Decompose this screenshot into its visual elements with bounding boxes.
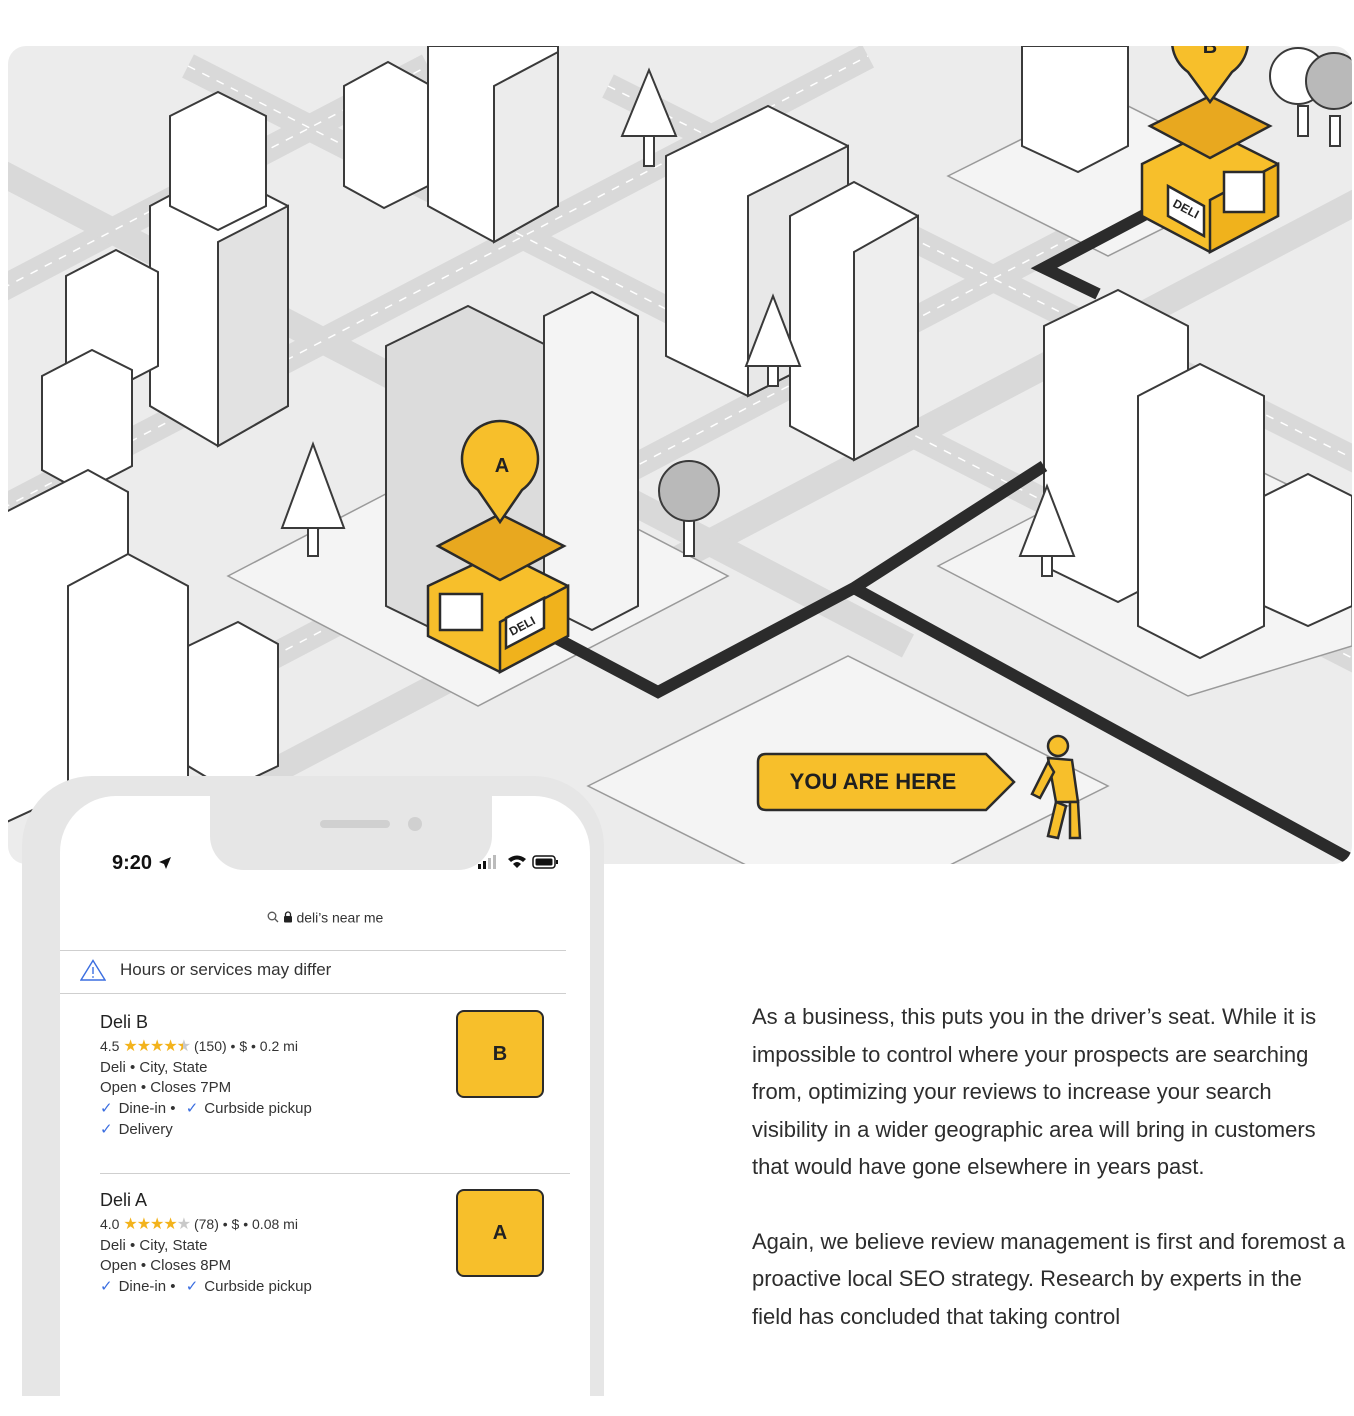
half-star-icon: ★★ <box>176 1038 191 1055</box>
you-are-here-label: YOU ARE HERE <box>789 769 957 794</box>
signal-wifi-battery-icon <box>478 855 558 869</box>
option-curbside: Curbside pickup <box>204 1278 312 1295</box>
notice-text: Hours or services may differ <box>120 960 332 979</box>
lock-icon <box>283 911 292 923</box>
rating-value: 4.0 <box>100 1216 120 1232</box>
check-icon: ✓ <box>185 1100 199 1117</box>
phone-mockup: 9:20 deli’s near me Hours or services ma… <box>22 776 604 1416</box>
pin-b-label: B <box>1203 46 1217 58</box>
listing-options-2: ✓ Delivery <box>100 1120 570 1138</box>
rating-value: 4.5 <box>100 1038 120 1054</box>
review-meta: (78) • $ • 0.08 mi <box>193 1216 298 1232</box>
phone-notch <box>210 796 492 870</box>
divider <box>60 993 566 994</box>
city-map-svg: DELI A DELI B <box>8 46 1352 864</box>
check-icon: ✓ <box>185 1278 199 1295</box>
option-curbside: Curbside pickup <box>204 1100 312 1117</box>
article-paragraph-1: As a business, this puts you in the driv… <box>752 1004 1317 1179</box>
you-are-here-marker: YOU ARE HERE <box>758 755 1014 809</box>
listing-options: ✓ Dine-in • ✓ Curbside pickup <box>100 1099 570 1117</box>
url-bar[interactable]: deli’s near me <box>60 908 590 925</box>
url-text: deli’s near me <box>296 909 384 926</box>
star-rating-icon: ★★★★ <box>123 1038 177 1055</box>
article-body: As a business, this puts you in the driv… <box>752 998 1347 1372</box>
option-dine-in: Dine-in • <box>118 1278 176 1295</box>
phone-screen: 9:20 deli’s near me Hours or services ma… <box>60 796 590 1416</box>
option-delivery: Delivery <box>118 1121 173 1138</box>
listing-a-thumbnail[interactable]: A <box>456 1189 544 1277</box>
pin-a-label: A <box>495 455 509 477</box>
status-bar-time: 9:20 <box>112 852 172 875</box>
notice-banner: Hours or services may differ <box>80 948 331 992</box>
option-dine-in: Dine-in • <box>118 1100 176 1117</box>
star-rating-icon: ★★★★★ <box>123 1216 191 1233</box>
check-icon: ✓ <box>100 1100 113 1117</box>
status-bar-icons <box>478 854 558 875</box>
pin-b: B <box>1171 46 1249 105</box>
listing-b-thumbnail[interactable]: B <box>456 1010 544 1098</box>
isometric-city-map: DELI A DELI B YOU ARE HERE <box>8 46 1352 864</box>
warning-triangle-icon <box>80 959 106 981</box>
check-icon: ✓ <box>100 1278 113 1295</box>
time-text: 9:20 <box>112 852 153 874</box>
location-arrow-icon <box>158 857 171 869</box>
divider <box>100 1173 570 1174</box>
review-meta: (150) • $ • 0.2 mi <box>193 1038 298 1054</box>
search-icon <box>267 911 279 923</box>
check-icon: ✓ <box>100 1121 113 1138</box>
speaker-grille <box>320 820 390 828</box>
listing-options: ✓ Dine-in • ✓ Curbside pickup <box>100 1277 570 1295</box>
camera-dot <box>408 817 422 831</box>
article-paragraph-2: Again, we believe review management is f… <box>752 1228 1346 1329</box>
